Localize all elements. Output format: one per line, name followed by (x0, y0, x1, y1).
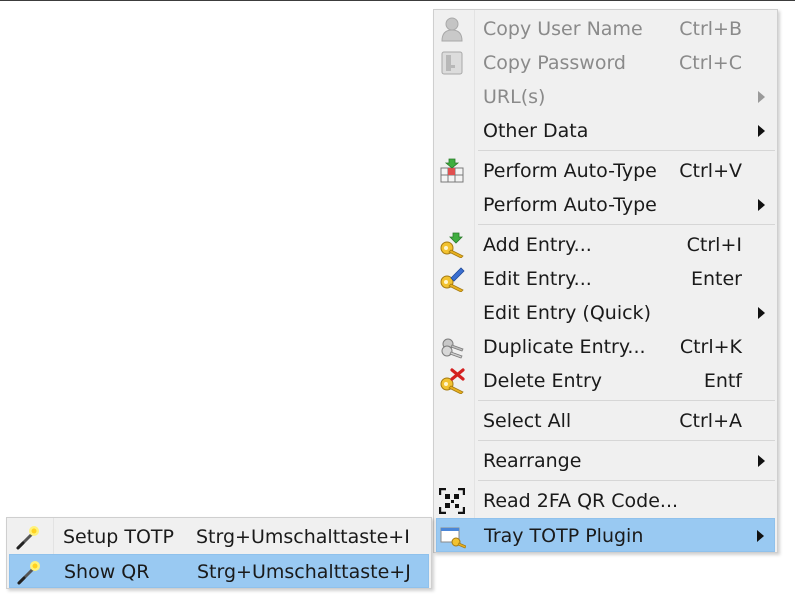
qr-scan-icon (439, 488, 465, 514)
tray-totp-icon (440, 527, 466, 549)
menu-item-label: Duplicate Entry... (483, 336, 646, 358)
menu-item-perform-auto-type[interactable]: Perform Auto-Type Ctrl+V (436, 154, 775, 188)
wand-icon (17, 561, 40, 585)
menu-item-shortcut: Ctrl+V (679, 160, 742, 182)
menu-item-shortcut: Strg+Umschalttaste+J (197, 561, 411, 583)
menu-item-copy-user-name[interactable]: Copy User Name Ctrl+B (436, 12, 775, 46)
menu-item-show-qr[interactable]: Show QR Strg+Umschalttaste+J (9, 554, 429, 588)
submenu-arrow-icon (758, 455, 765, 467)
menu-item-read-2fa-qr-code[interactable]: Read 2FA QR Code... (436, 484, 775, 518)
submenu-arrow-icon (758, 91, 765, 103)
menu-item-edit-entry-quick[interactable]: Edit Entry (Quick) (436, 296, 775, 330)
menu-item-shortcut: Ctrl+C (679, 52, 742, 74)
user-icon (441, 17, 463, 42)
menu-item-label: Perform Auto-Type (483, 194, 657, 216)
menu-item-other-data[interactable]: Other Data (436, 114, 775, 148)
edit-entry-icon (440, 267, 465, 292)
menu-item-label: Add Entry... (483, 234, 592, 256)
auto-type-icon (440, 158, 464, 183)
menu-item-shortcut: Ctrl+I (686, 234, 742, 256)
menu-item-label: Other Data (483, 120, 589, 142)
menu-item-shortcut: Ctrl+K (679, 336, 742, 358)
menu-item-label: Read 2FA QR Code... (483, 490, 679, 512)
menu-item-select-all[interactable]: Select All Ctrl+A (436, 404, 775, 438)
menu-item-delete-entry[interactable]: Delete Entry Entf (436, 364, 775, 398)
menu-item-duplicate-entry[interactable]: Duplicate Entry... Ctrl+K (436, 330, 775, 364)
delete-entry-icon (440, 368, 465, 394)
menu-separator (478, 480, 775, 481)
menu-item-label: Select All (483, 410, 572, 432)
menu-item-setup-totp[interactable]: Setup TOTP Strg+Umschalttaste+I (9, 520, 429, 554)
menu-item-label: Copy User Name (483, 18, 643, 40)
menu-item-shortcut: Enter (691, 268, 742, 290)
menu-item-shortcut: Entf (703, 370, 742, 392)
menu-item-label: Edit Entry... (483, 268, 592, 290)
menu-item-label: Show QR (64, 561, 150, 583)
menu-item-label: Copy Password (483, 52, 626, 74)
menu-separator (478, 224, 775, 225)
menu-item-label: Perform Auto-Type (483, 160, 657, 182)
submenu-arrow-icon (758, 199, 765, 211)
submenu-arrow-icon (757, 530, 764, 542)
menu-item-label: Delete Entry (483, 370, 603, 392)
submenu-arrow-icon (758, 307, 765, 319)
wand-icon (16, 526, 39, 550)
tray-totp-submenu: Setup TOTP Strg+Umschalttaste+I Show QR … (6, 517, 432, 589)
menu-item-label: Rearrange (483, 450, 582, 472)
menu-item-label: Edit Entry (Quick) (483, 302, 651, 324)
key-icon (441, 51, 463, 75)
menu-item-edit-entry[interactable]: Edit Entry... Enter (436, 262, 775, 296)
menu-item-rearrange[interactable]: Rearrange (436, 444, 775, 478)
menu-item-copy-password[interactable]: Copy Password Ctrl+C (436, 46, 775, 80)
menu-item-perform-auto-type-submenu[interactable]: Perform Auto-Type (436, 188, 775, 222)
menu-item-label: Setup TOTP (63, 526, 174, 548)
menu-separator (478, 400, 775, 401)
submenu-arrow-icon (758, 125, 765, 137)
menu-item-add-entry[interactable]: Add Entry... Ctrl+I (436, 228, 775, 262)
menu-item-shortcut: Ctrl+B (679, 18, 742, 40)
menu-item-shortcut: Ctrl+A (679, 410, 742, 432)
menu-separator (478, 440, 775, 441)
entry-context-menu: Copy User Name Ctrl+B Copy Password Ctrl… (433, 9, 778, 553)
menu-item-tray-totp-plugin[interactable]: Tray TOTP Plugin (436, 518, 775, 552)
menu-item-label: Tray TOTP Plugin (484, 525, 644, 547)
window-top-border (0, 0, 795, 1)
menu-separator (478, 150, 775, 151)
menu-item-urls[interactable]: URL(s) (436, 80, 775, 114)
add-entry-icon (440, 232, 464, 258)
menu-item-label: URL(s) (483, 86, 546, 108)
duplicate-entry-icon (441, 338, 464, 359)
menu-item-shortcut: Strg+Umschalttaste+I (196, 526, 410, 548)
